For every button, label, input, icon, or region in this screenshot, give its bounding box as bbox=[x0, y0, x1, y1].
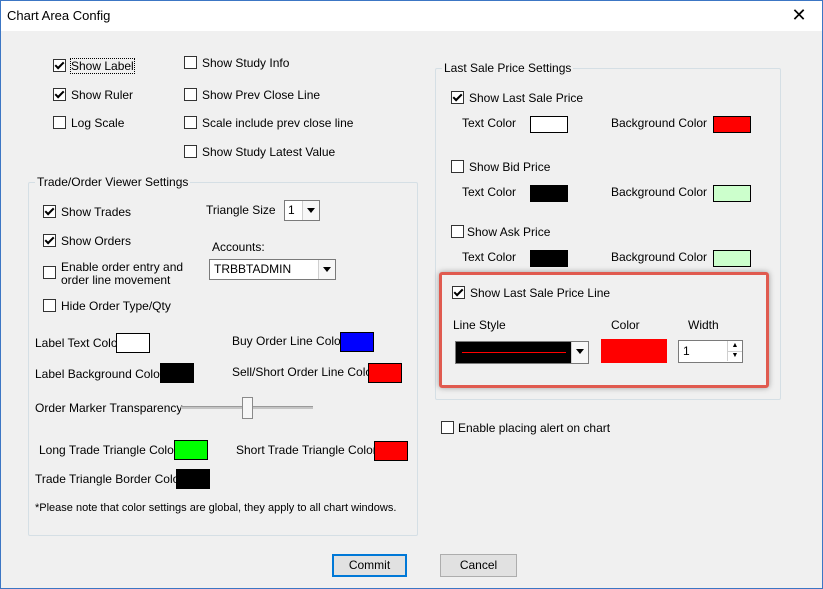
order-marker-transparency-label: Order Marker Transparency bbox=[35, 401, 183, 415]
trade-order-viewer-title: Trade/Order Viewer Settings bbox=[35, 175, 191, 189]
color-settings-note: *Please note that color settings are glo… bbox=[35, 502, 397, 514]
last-background-color-label: Background Color bbox=[611, 116, 708, 130]
show-label-checkbox[interactable] bbox=[53, 59, 66, 72]
accounts-select[interactable]: TRBBTADMIN bbox=[209, 259, 336, 280]
show-last-sale-price-line-text: Show Last Sale Price Line bbox=[470, 286, 611, 300]
bid-background-color-label: Background Color bbox=[611, 185, 708, 199]
chevron-down-icon[interactable] bbox=[318, 260, 335, 279]
chart-area-config-dialog: Chart Area Config ✕ Show Label Show Rule… bbox=[0, 0, 823, 589]
show-bid-price-checkbox[interactable] bbox=[451, 160, 464, 173]
show-trades-text: Show Trades bbox=[61, 205, 132, 219]
show-last-sale-price-text: Show Last Sale Price bbox=[469, 91, 584, 105]
show-last-sale-price-checkbox[interactable] bbox=[451, 91, 464, 104]
line-style-label: Line Style bbox=[453, 318, 506, 332]
bid-background-color-swatch[interactable] bbox=[713, 185, 751, 202]
long-trade-triangle-color-label: Long Trade Triangle Color bbox=[39, 443, 178, 457]
show-ruler-checkbox[interactable] bbox=[53, 88, 66, 101]
enable-order-entry-checkbox[interactable] bbox=[43, 266, 56, 279]
show-ask-price-text: Show Ask Price bbox=[467, 225, 551, 239]
label-text-color-label: Label Text Color bbox=[35, 336, 122, 350]
last-text-color-swatch[interactable] bbox=[530, 116, 568, 133]
long-trade-triangle-color-swatch[interactable] bbox=[174, 440, 208, 460]
show-study-info-text: Show Study Info bbox=[202, 56, 290, 70]
short-trade-triangle-color-swatch[interactable] bbox=[374, 441, 408, 461]
trade-triangle-border-color-label: Trade Triangle Border Color bbox=[35, 472, 184, 486]
label-background-color-label: Label Background Color bbox=[35, 367, 164, 381]
trade-triangle-border-color-swatch[interactable] bbox=[176, 469, 210, 489]
spin-down-icon[interactable]: ▼ bbox=[727, 351, 742, 361]
label-text-color-swatch[interactable] bbox=[116, 333, 150, 353]
enable-order-entry-text-line2: order line movement bbox=[61, 273, 171, 287]
hide-order-type-text: Hide Order Type/Qty bbox=[61, 299, 171, 313]
enable-order-entry-text-line1: Enable order entry and bbox=[61, 260, 184, 274]
close-icon[interactable]: ✕ bbox=[776, 1, 822, 31]
last-background-color-swatch[interactable] bbox=[713, 116, 751, 133]
log-scale-text: Log Scale bbox=[71, 116, 125, 130]
show-study-info-checkbox[interactable] bbox=[184, 56, 197, 69]
ask-background-color-swatch[interactable] bbox=[713, 250, 751, 267]
last-text-color-label: Text Color bbox=[462, 116, 517, 130]
sell-short-order-line-color-swatch[interactable] bbox=[368, 363, 402, 383]
triangle-size-select[interactable]: 1 bbox=[284, 200, 320, 221]
line-color-swatch[interactable] bbox=[601, 339, 667, 363]
show-last-sale-price-line-checkbox[interactable] bbox=[452, 286, 465, 299]
show-study-latest-value-checkbox[interactable] bbox=[184, 145, 197, 158]
width-label: Width bbox=[688, 318, 719, 332]
accounts-value: TRBBTADMIN bbox=[214, 262, 292, 276]
show-orders-text: Show Orders bbox=[61, 234, 132, 248]
width-value: 1 bbox=[683, 344, 690, 358]
width-spinner[interactable]: 1 ▲ ▼ bbox=[678, 340, 743, 363]
order-marker-transparency-slider[interactable] bbox=[181, 397, 313, 419]
commit-button[interactable]: Commit bbox=[332, 554, 407, 577]
line-style-preview bbox=[462, 352, 566, 353]
window-title: Chart Area Config bbox=[7, 8, 111, 23]
sell-short-order-line-color-label: Sell/Short Order Line Color bbox=[232, 365, 377, 379]
line-style-select[interactable] bbox=[455, 341, 589, 364]
ask-text-color-label: Text Color bbox=[462, 250, 517, 264]
show-trades-checkbox[interactable] bbox=[43, 205, 56, 218]
chevron-down-icon[interactable] bbox=[302, 201, 319, 220]
title-bar: Chart Area Config ✕ bbox=[1, 1, 822, 31]
triangle-size-value: 1 bbox=[288, 203, 295, 217]
show-prev-close-line-text: Show Prev Close Line bbox=[202, 88, 321, 102]
accounts-label: Accounts: bbox=[212, 240, 265, 254]
show-bid-price-text: Show Bid Price bbox=[469, 160, 551, 174]
show-prev-close-line-checkbox[interactable] bbox=[184, 88, 197, 101]
triangle-size-label: Triangle Size bbox=[206, 203, 276, 217]
slider-thumb[interactable] bbox=[242, 397, 253, 419]
show-ruler-text: Show Ruler bbox=[71, 88, 134, 102]
show-ask-price-checkbox[interactable] bbox=[451, 225, 464, 238]
show-orders-checkbox[interactable] bbox=[43, 234, 56, 247]
enable-alert-checkbox[interactable] bbox=[441, 421, 454, 434]
buy-order-line-color-label: Buy Order Line Color bbox=[232, 334, 345, 348]
chevron-down-icon[interactable] bbox=[571, 342, 588, 363]
scale-include-prev-close-text: Scale include prev close line bbox=[202, 116, 354, 130]
bid-text-color-swatch[interactable] bbox=[530, 185, 568, 202]
label-background-color-swatch[interactable] bbox=[160, 363, 194, 383]
log-scale-checkbox[interactable] bbox=[53, 116, 66, 129]
ask-text-color-swatch[interactable] bbox=[530, 250, 568, 267]
last-sale-price-title: Last Sale Price Settings bbox=[442, 61, 574, 75]
buy-order-line-color-swatch[interactable] bbox=[340, 332, 374, 352]
bid-text-color-label: Text Color bbox=[462, 185, 517, 199]
color-label: Color bbox=[611, 318, 640, 332]
cancel-button[interactable]: Cancel bbox=[440, 554, 517, 577]
show-study-latest-value-text: Show Study Latest Value bbox=[202, 145, 336, 159]
show-label-text: Show Label bbox=[70, 58, 135, 74]
hide-order-type-checkbox[interactable] bbox=[43, 299, 56, 312]
ask-background-color-label: Background Color bbox=[611, 250, 708, 264]
enable-alert-text: Enable placing alert on chart bbox=[458, 421, 611, 435]
short-trade-triangle-color-label: Short Trade Triangle Color bbox=[236, 443, 377, 457]
scale-include-prev-close-checkbox[interactable] bbox=[184, 116, 197, 129]
